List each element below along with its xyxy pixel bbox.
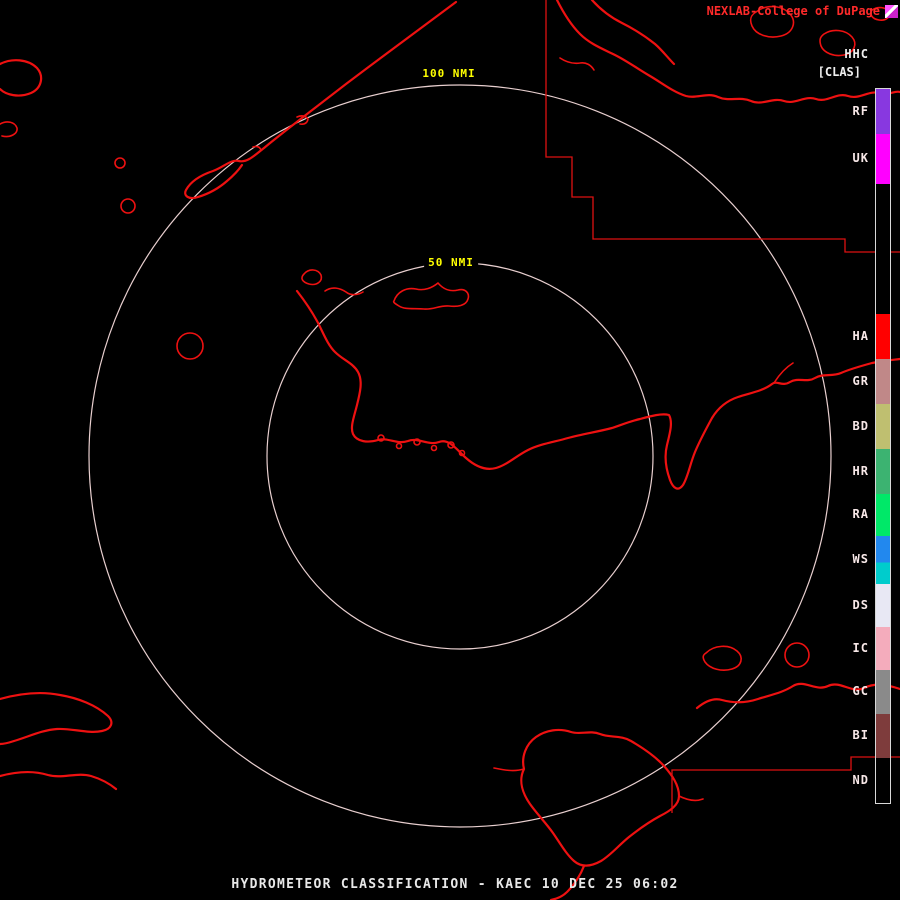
legend-segment-ws <box>876 536 890 584</box>
legend-label-ws: WS <box>852 552 869 566</box>
coastlines <box>0 0 900 900</box>
small-ring-northwest <box>120 198 136 214</box>
legend-label-hr: HR <box>852 463 869 478</box>
legend-label-gr: GR <box>852 373 869 388</box>
bay-outline <box>392 282 470 310</box>
legend-label-gc: GC <box>852 684 869 698</box>
coastline-southwest-2 <box>0 770 118 791</box>
coastline-northeast-upper <box>590 0 676 66</box>
small-island <box>430 444 438 452</box>
legend-label-ic: IC <box>852 640 869 655</box>
legend-label-ra: RA <box>852 507 869 521</box>
legend-label-nd: ND <box>852 772 869 787</box>
island-northwest-corner <box>0 59 43 97</box>
legend-segment-bd <box>876 404 890 449</box>
header-brand-row: NEXLAB-College of DuPage <box>707 4 898 18</box>
legend-segment-bi <box>876 714 890 758</box>
coastline-southwest-1 <box>0 692 113 746</box>
product-code: HHC <box>844 47 869 61</box>
legend-segment-ic <box>876 627 890 670</box>
coastline-south-east-spur <box>678 795 704 802</box>
radar-display: 100 NMI 50 NMI NEXLAB-College of DuPage … <box>0 0 900 900</box>
coastline-central <box>295 289 900 490</box>
brand-text: NEXLAB-College of DuPage <box>706 4 880 18</box>
legend-segment-gr <box>876 359 890 404</box>
legend-segment-hr <box>876 449 890 494</box>
legend-label-ds: DS <box>852 597 869 612</box>
small-ring-west <box>176 332 204 360</box>
island-northwest-corner-2 <box>0 121 18 138</box>
legend-label-rf: RF <box>852 103 869 118</box>
small-island <box>395 442 403 450</box>
small-ring-east <box>784 642 810 668</box>
island-east <box>702 645 742 671</box>
small-ring-northwest-2 <box>114 157 126 169</box>
legend-label-uk: UK <box>852 151 869 165</box>
range-ring-50nmi <box>266 262 654 650</box>
legend-segment-uk <box>876 134 890 184</box>
island-group-west-2 <box>324 287 364 296</box>
legend-bar <box>875 88 891 804</box>
coastline-south-west-spur <box>493 767 525 772</box>
border-northeast-stepped <box>545 0 900 253</box>
radar-map <box>0 0 900 900</box>
legend-segment-ha <box>876 314 890 359</box>
coastline-northeast-inlet <box>559 57 595 71</box>
legend-segment-ds <box>876 584 890 627</box>
coastline-central-branch <box>773 362 794 384</box>
legend-segment-rf <box>876 89 890 134</box>
product-title: HYDROMETEOR CLASSIFICATION - KAEC 10 DEC… <box>231 877 679 892</box>
legend-segment-gc <box>876 670 890 714</box>
legend-label-bd: BD <box>852 418 869 433</box>
coastline-south-island <box>520 728 681 867</box>
legend-segment-ra <box>876 494 890 536</box>
coastline-arc-notch-2 <box>252 145 262 151</box>
coastline-east <box>695 682 900 710</box>
product-mode: [CLAS] <box>817 65 861 79</box>
legend-segment-gap <box>876 184 890 314</box>
legend-segment-nd <box>876 758 890 803</box>
legend-label-ha: HA <box>852 328 869 343</box>
range-ring-label-50nmi: 50 NMI <box>424 255 478 270</box>
cod-logo-icon <box>885 4 898 18</box>
range-ring-label-100nmi: 100 NMI <box>418 66 480 81</box>
legend-label-bi: BI <box>852 728 869 742</box>
island-group-west <box>301 269 323 286</box>
